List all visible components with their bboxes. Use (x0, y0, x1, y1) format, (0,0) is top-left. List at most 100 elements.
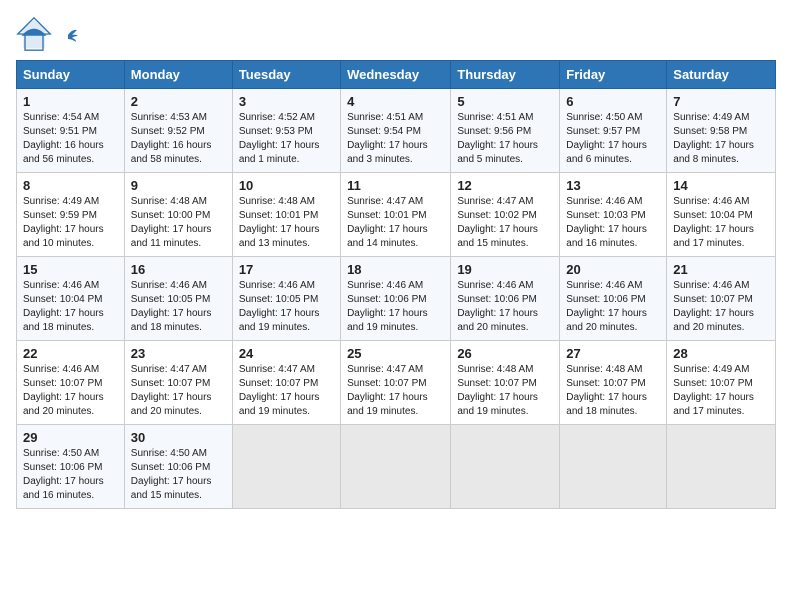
calendar-cell: 3 Sunrise: 4:52 AM Sunset: 9:53 PM Daylig… (232, 89, 340, 173)
day-number: 11 (347, 178, 444, 193)
calendar-cell: 20 Sunrise: 4:46 AM Sunset: 10:06 PM Dayl… (560, 257, 667, 341)
page-header (16, 16, 776, 52)
calendar-cell: 25 Sunrise: 4:47 AM Sunset: 10:07 PM Dayl… (341, 341, 451, 425)
day-number: 29 (23, 430, 118, 445)
day-info: Sunrise: 4:49 AM Sunset: 9:59 PM Dayligh… (23, 195, 118, 251)
calendar-cell: 22 Sunrise: 4:46 AM Sunset: 10:07 PM Dayl… (17, 341, 125, 425)
day-info: Sunrise: 4:46 AM Sunset: 10:05 PM Daylig… (239, 279, 334, 335)
calendar-cell: 27Sunrise: 4:48 AM Sunset: 10:07 PM Dayl… (560, 341, 667, 425)
day-info: Sunrise: 4:52 AM Sunset: 9:53 PM Dayligh… (239, 111, 334, 167)
col-header-saturday: Saturday (667, 61, 776, 89)
calendar-cell: 11 Sunrise: 4:47 AM Sunset: 10:01 PM Dayl… (341, 173, 451, 257)
calendar-week-row: 29 Sunrise: 4:50 AM Sunset: 10:06 PM Dayl… (17, 425, 776, 509)
day-number: 30 (131, 430, 226, 445)
day-info: Sunrise: 4:48 AM Sunset: 10:00 PM Daylig… (131, 195, 226, 251)
col-header-friday: Friday (560, 61, 667, 89)
day-info: Sunrise: 4:51 AM Sunset: 9:54 PM Dayligh… (347, 111, 444, 167)
calendar-cell: 24Sunrise: 4:47 AM Sunset: 10:07 PM Dayl… (232, 341, 340, 425)
day-number: 12 (457, 178, 553, 193)
day-info: Sunrise: 4:47 AM Sunset: 10:02 PM Daylig… (457, 195, 553, 251)
day-info: Sunrise: 4:51 AM Sunset: 9:56 PM Dayligh… (457, 111, 553, 167)
day-info: Sunrise: 4:47 AM Sunset: 10:07 PM Daylig… (347, 363, 444, 419)
day-number: 3 (239, 94, 334, 109)
calendar-cell: 28 Sunrise: 4:49 AM Sunset: 10:07 PM Dayl… (667, 341, 776, 425)
day-info: Sunrise: 4:48 AM Sunset: 10:01 PM Daylig… (239, 195, 334, 251)
calendar-cell: 15 Sunrise: 4:46 AM Sunset: 10:04 PM Dayl… (17, 257, 125, 341)
day-number: 6 (566, 94, 660, 109)
day-info: Sunrise: 4:54 AM Sunset: 9:51 PM Dayligh… (23, 111, 118, 167)
day-number: 28 (673, 346, 769, 361)
day-info: Sunrise: 4:53 AM Sunset: 9:52 PM Dayligh… (131, 111, 226, 167)
day-number: 8 (23, 178, 118, 193)
logo-icon (16, 16, 52, 52)
day-number: 13 (566, 178, 660, 193)
day-info: Sunrise: 4:46 AM Sunset: 10:07 PM Daylig… (673, 279, 769, 335)
calendar-table: SundayMondayTuesdayWednesdayThursdayFrid… (16, 60, 776, 509)
day-number: 5 (457, 94, 553, 109)
logo (16, 16, 78, 52)
day-number: 15 (23, 262, 118, 277)
calendar-cell: 18 Sunrise: 4:46 AM Sunset: 10:06 PM Dayl… (341, 257, 451, 341)
calendar-cell: 2 Sunrise: 4:53 AM Sunset: 9:52 PM Daylig… (124, 89, 232, 173)
calendar-cell: 4Sunrise: 4:51 AM Sunset: 9:54 PM Daylig… (341, 89, 451, 173)
logo-bird-icon (58, 25, 78, 45)
day-number: 22 (23, 346, 118, 361)
calendar-cell: 30Sunrise: 4:50 AM Sunset: 10:06 PM Dayl… (124, 425, 232, 509)
logo-text-block (56, 25, 78, 43)
day-info: Sunrise: 4:46 AM Sunset: 10:04 PM Daylig… (673, 195, 769, 251)
day-info: Sunrise: 4:48 AM Sunset: 10:07 PM Daylig… (457, 363, 553, 419)
day-info: Sunrise: 4:50 AM Sunset: 10:06 PM Daylig… (23, 447, 118, 503)
col-header-sunday: Sunday (17, 61, 125, 89)
day-info: Sunrise: 4:46 AM Sunset: 10:06 PM Daylig… (347, 279, 444, 335)
day-number: 24 (239, 346, 334, 361)
calendar-cell: 13Sunrise: 4:46 AM Sunset: 10:03 PM Dayl… (560, 173, 667, 257)
day-number: 2 (131, 94, 226, 109)
calendar-cell: 10 Sunrise: 4:48 AM Sunset: 10:01 PM Dayl… (232, 173, 340, 257)
calendar-cell: 9 Sunrise: 4:48 AM Sunset: 10:00 PM Dayli… (124, 173, 232, 257)
day-number: 16 (131, 262, 226, 277)
day-number: 19 (457, 262, 553, 277)
calendar-week-row: 15 Sunrise: 4:46 AM Sunset: 10:04 PM Dayl… (17, 257, 776, 341)
calendar-cell: 6 Sunrise: 4:50 AM Sunset: 9:57 PM Daylig… (560, 89, 667, 173)
calendar-cell (560, 425, 667, 509)
calendar-cell (341, 425, 451, 509)
day-number: 25 (347, 346, 444, 361)
day-number: 17 (239, 262, 334, 277)
calendar-cell: 19Sunrise: 4:46 AM Sunset: 10:06 PM Dayl… (451, 257, 560, 341)
day-number: 10 (239, 178, 334, 193)
day-info: Sunrise: 4:49 AM Sunset: 9:58 PM Dayligh… (673, 111, 769, 167)
day-number: 20 (566, 262, 660, 277)
calendar-cell: 17 Sunrise: 4:46 AM Sunset: 10:05 PM Dayl… (232, 257, 340, 341)
calendar-cell: 12 Sunrise: 4:47 AM Sunset: 10:02 PM Dayl… (451, 173, 560, 257)
day-number: 21 (673, 262, 769, 277)
calendar-cell (232, 425, 340, 509)
calendar-week-row: 22 Sunrise: 4:46 AM Sunset: 10:07 PM Dayl… (17, 341, 776, 425)
day-number: 9 (131, 178, 226, 193)
calendar-cell: 7 Sunrise: 4:49 AM Sunset: 9:58 PM Daylig… (667, 89, 776, 173)
calendar-header-row: SundayMondayTuesdayWednesdayThursdayFrid… (17, 61, 776, 89)
day-info: Sunrise: 4:46 AM Sunset: 10:05 PM Daylig… (131, 279, 226, 335)
col-header-monday: Monday (124, 61, 232, 89)
day-info: Sunrise: 4:50 AM Sunset: 9:57 PM Dayligh… (566, 111, 660, 167)
calendar-cell (451, 425, 560, 509)
calendar-week-row: 8 Sunrise: 4:49 AM Sunset: 9:59 PM Daylig… (17, 173, 776, 257)
col-header-tuesday: Tuesday (232, 61, 340, 89)
day-info: Sunrise: 4:46 AM Sunset: 10:04 PM Daylig… (23, 279, 118, 335)
day-info: Sunrise: 4:46 AM Sunset: 10:07 PM Daylig… (23, 363, 118, 419)
calendar-cell: 21 Sunrise: 4:46 AM Sunset: 10:07 PM Dayl… (667, 257, 776, 341)
day-number: 26 (457, 346, 553, 361)
day-info: Sunrise: 4:46 AM Sunset: 10:06 PM Daylig… (566, 279, 660, 335)
day-info: Sunrise: 4:48 AM Sunset: 10:07 PM Daylig… (566, 363, 660, 419)
calendar-cell: 23Sunrise: 4:47 AM Sunset: 10:07 PM Dayl… (124, 341, 232, 425)
day-info: Sunrise: 4:49 AM Sunset: 10:07 PM Daylig… (673, 363, 769, 419)
day-number: 18 (347, 262, 444, 277)
day-info: Sunrise: 4:47 AM Sunset: 10:07 PM Daylig… (131, 363, 226, 419)
day-number: 7 (673, 94, 769, 109)
day-number: 1 (23, 94, 118, 109)
calendar-cell (667, 425, 776, 509)
day-number: 14 (673, 178, 769, 193)
calendar-cell: 29 Sunrise: 4:50 AM Sunset: 10:06 PM Dayl… (17, 425, 125, 509)
calendar-cell: 14 Sunrise: 4:46 AM Sunset: 10:04 PM Dayl… (667, 173, 776, 257)
day-info: Sunrise: 4:47 AM Sunset: 10:01 PM Daylig… (347, 195, 444, 251)
calendar-cell: 26 Sunrise: 4:48 AM Sunset: 10:07 PM Dayl… (451, 341, 560, 425)
